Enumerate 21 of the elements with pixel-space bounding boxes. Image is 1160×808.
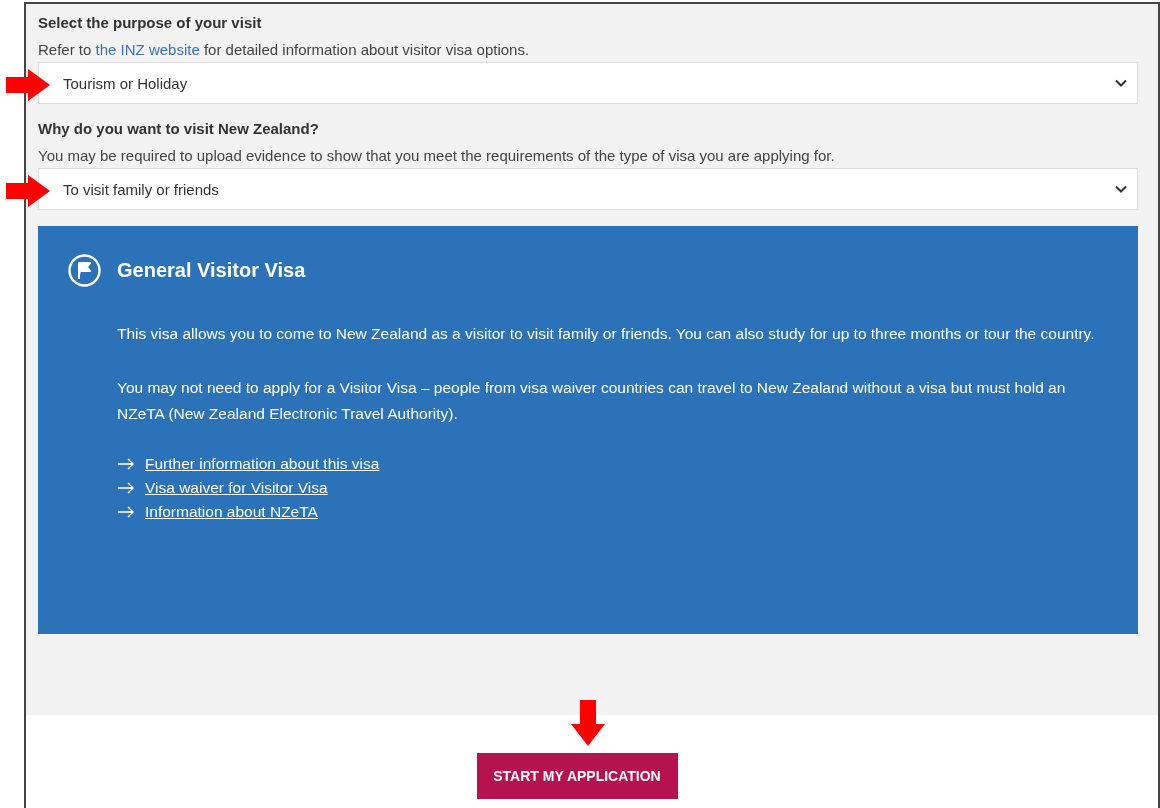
dropdown-select[interactable]: Tourism or Holiday — [38, 62, 1138, 104]
arrow-right-icon — [117, 506, 135, 518]
field-label: Select the purpose of your visit — [38, 14, 263, 31]
chevron-down-icon — [1115, 79, 1127, 87]
flag-icon — [68, 254, 101, 287]
description-text: You may not need to apply for a Visitor Visa – people from visa waiver countries can travel to New Zealand without a visa but must hold an NZeTA (New Zealand Electronic Travel Authority). — [117, 378, 1067, 424]
dropdown-select[interactable]: To visit family or friends — [38, 168, 1138, 210]
inline-link[interactable]: the INZ website — [95, 41, 200, 58]
info-link[interactable]: Visa waiver for Visitor Visa — [145, 479, 328, 497]
start-application-button[interactable]: START MY APPLICATION — [476, 753, 678, 799]
info-link[interactable]: Information about NZeTA — [145, 503, 318, 521]
chevron-down-icon — [1115, 185, 1127, 193]
help-text: Refer to the INZ website for detailed information about visitor visa options. — [38, 41, 531, 58]
description-text: This visa allows you to come to New Zealand as a visitor to visit family or friends. You can also study for up to three months or tour the country. — [117, 324, 1096, 344]
info-link[interactable]: Further information about this visa — [145, 455, 380, 473]
pointer-arrow-icon — [570, 699, 606, 747]
field-label: Why do you want to visit New Zealand? — [38, 120, 320, 137]
arrow-right-icon — [117, 482, 135, 494]
panel-title: General Visitor Visa — [117, 259, 306, 282]
help-text: You may be required to upload evidence to show that you meet the requirements of the type of visa you are applying for. — [38, 147, 836, 164]
arrow-right-icon — [117, 458, 135, 470]
